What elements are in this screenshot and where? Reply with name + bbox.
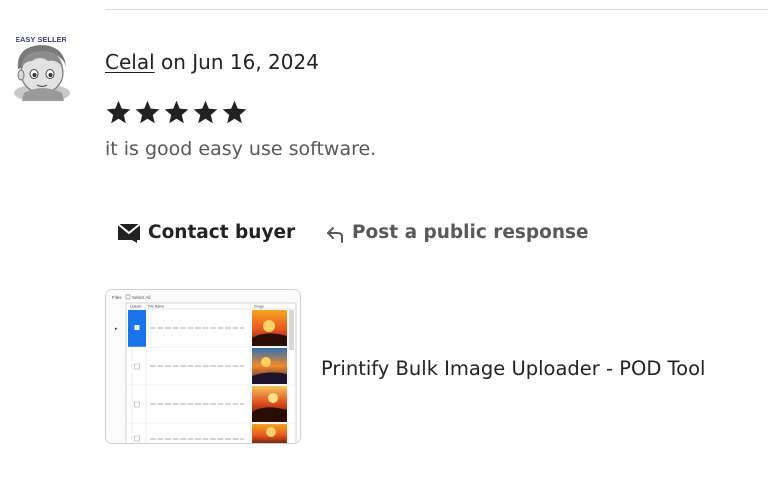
svg-text:Select All: Select All <box>132 295 151 300</box>
contact-buyer-button[interactable]: Contact buyer <box>117 218 295 246</box>
svg-text:Upload: Upload <box>130 305 141 309</box>
svg-text:Image: Image <box>254 305 264 309</box>
review-text: it is good easy use software. <box>105 138 377 160</box>
svg-text:Files: Files <box>112 295 122 300</box>
reviewer-name-link[interactable]: Celal <box>105 50 155 74</box>
star-icon <box>193 100 218 124</box>
review-byline: Celal on Jun 16, 2024 <box>105 48 319 76</box>
svg-text:EASY SELLER: EASY SELLER <box>16 35 66 44</box>
post-public-response-button[interactable]: Post a public response <box>325 218 589 246</box>
post-public-response-label: Post a public response <box>352 221 589 243</box>
reviewer-avatar: EASY SELLER <box>4 33 78 101</box>
star-icon <box>222 100 247 124</box>
review-date: on Jun 16, 2024 <box>161 50 319 74</box>
star-rating <box>105 99 248 126</box>
product-thumbnail[interactable]: Files Select All Upload File Name Image … <box>105 289 301 444</box>
star-icon <box>164 100 189 124</box>
envelope-icon <box>117 223 141 243</box>
section-divider <box>105 9 768 10</box>
svg-text:File Name: File Name <box>148 305 164 309</box>
contact-buyer-label: Contact buyer <box>148 221 296 243</box>
product-title-link[interactable]: Printify Bulk Image Uploader - POD Tool <box>321 356 705 382</box>
product-screenshot-image: Files Select All Upload File Name Image … <box>106 290 300 443</box>
avatar-badge: EASY SELLER <box>16 35 66 44</box>
star-icon <box>135 100 160 124</box>
reply-arrow-icon <box>327 226 343 243</box>
star-icon <box>106 100 131 124</box>
